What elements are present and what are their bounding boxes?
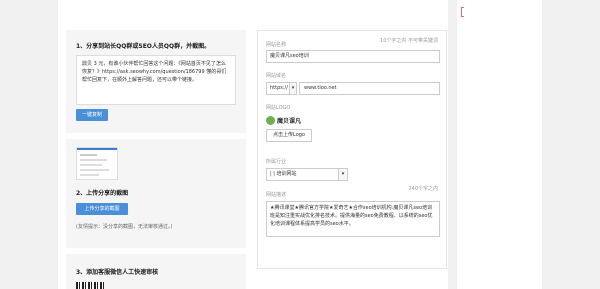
step3-card: 3、添加客服微信人工快速审核 bbox=[66, 254, 246, 289]
logo-image bbox=[266, 116, 275, 125]
upload-screenshot-button[interactable]: 上传分享的截图 bbox=[76, 203, 128, 215]
description-note: 240个字之内 bbox=[408, 186, 438, 192]
step3-title: 3、添加客服微信人工快速审核 bbox=[76, 269, 159, 276]
copy-button[interactable]: 一键复制 bbox=[76, 109, 108, 121]
site-info-form: 网站名称 10个字之内 不可带关键词 魔贝课凡seo培训 网站域名 https:… bbox=[257, 30, 447, 269]
logo-label: 网站LOGO bbox=[266, 105, 291, 111]
chevron-down-icon[interactable]: ▾ bbox=[290, 82, 297, 95]
description-label: 网站描述 bbox=[266, 192, 287, 198]
industry-select[interactable]: | | 培训网站 bbox=[266, 168, 339, 181]
site-name-label: 网站名称 bbox=[266, 42, 287, 48]
domain-label: 网站域名 bbox=[266, 73, 287, 79]
step2-title: 2、上传分享的截图 bbox=[76, 190, 129, 197]
site-name-input[interactable]: 魔贝课凡seo培训 bbox=[266, 50, 440, 63]
right-sidebar bbox=[457, 0, 542, 289]
step2-card: 2、上传分享的截图 上传分享的截图 (友情提示：没分享的截图，无法审核通过。) bbox=[66, 139, 246, 248]
protocol-select[interactable]: https:// bbox=[266, 82, 290, 95]
site-name-note: 10个字之内 不可带关键词 bbox=[380, 38, 438, 44]
domain-input[interactable]: www.tioo.net bbox=[299, 82, 440, 95]
upload-logo-button[interactable]: 点击上传Logo bbox=[266, 129, 312, 142]
description-textarea[interactable]: ★腾讯课堂★腾讯官方学院★爱奇艺★合作seo培训机构:魔贝课凡seo培训班是知注… bbox=[266, 201, 440, 237]
step1-card: 1、分享到站长QQ群或SEO人员QQ群，并截图。 鼎贝 3 元，有谁小伙伴帮忙回… bbox=[66, 30, 246, 133]
wechat-qr-code bbox=[76, 282, 104, 289]
logo-name: 魔贝课凡 bbox=[277, 118, 302, 125]
uploaded-screenshot-thumbnail[interactable] bbox=[76, 147, 118, 180]
chevron-down-icon[interactable]: ▾ bbox=[339, 168, 348, 181]
sidebar-bracket-icon bbox=[461, 7, 464, 17]
step1-title: 1、分享到站长QQ群或SEO人员QQ群，并截图。 bbox=[76, 43, 211, 50]
share-text-box[interactable]: 鼎贝 3 元，有谁小伙伴帮忙回答这个问题：《网站首页不见了怎么恢复？》https… bbox=[76, 55, 236, 105]
industry-label: 所属行业 bbox=[266, 159, 287, 165]
upload-hint: (友情提示：没分享的截图，无法审核通过。) bbox=[76, 224, 173, 230]
